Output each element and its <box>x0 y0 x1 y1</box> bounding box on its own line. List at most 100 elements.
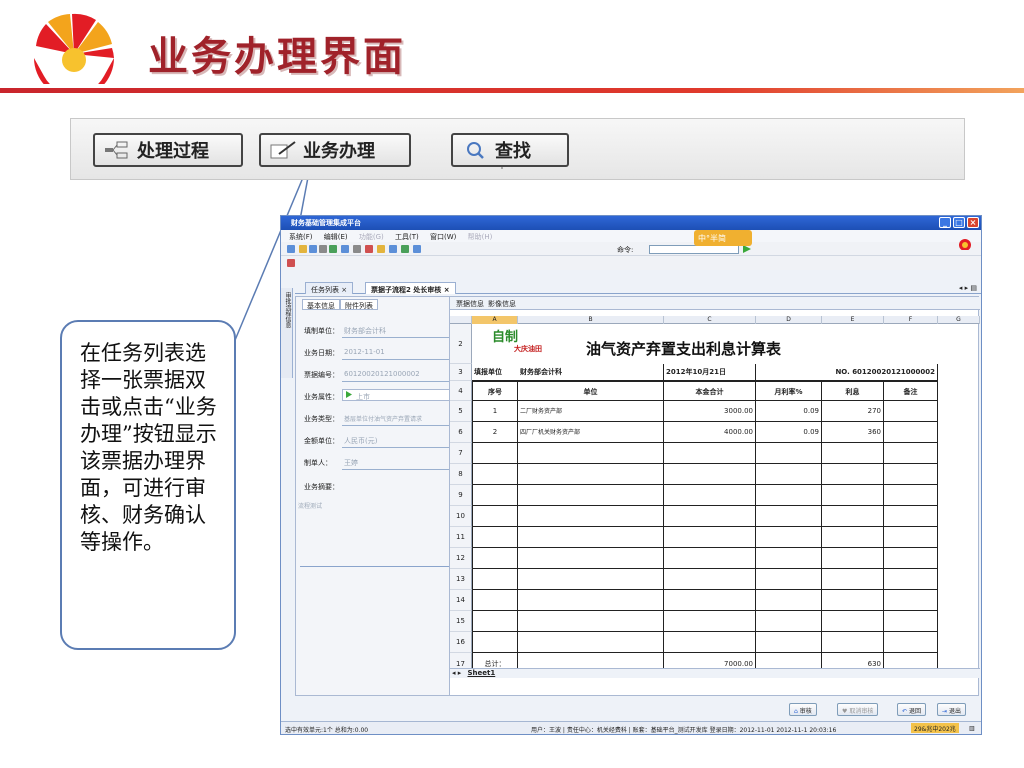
empty-cell[interactable] <box>518 569 664 590</box>
col-header-e[interactable]: E <box>822 316 884 324</box>
empty-cell[interactable] <box>884 548 938 569</box>
tab-document-flow[interactable]: 票据子流程2 处长审核 × <box>365 282 456 294</box>
empty-cell[interactable] <box>822 527 884 548</box>
sheet-tab-sheet1[interactable]: Sheet1 <box>468 669 496 677</box>
empty-cell[interactable] <box>472 464 518 485</box>
empty-cell[interactable] <box>884 569 938 590</box>
close-button[interactable]: × <box>967 217 979 228</box>
empty-cell[interactable] <box>756 443 822 464</box>
header-cell[interactable]: 备注 <box>884 381 938 401</box>
empty-cell[interactable] <box>664 569 756 590</box>
cell-unit[interactable]: 四厂厂机关财务资产部 <box>518 422 664 443</box>
empty-cell[interactable] <box>822 548 884 569</box>
empty-cell[interactable] <box>884 443 938 464</box>
menu-edit[interactable]: 编辑(E) <box>324 233 348 241</box>
save-icon[interactable] <box>309 245 317 253</box>
empty-cell[interactable] <box>472 443 518 464</box>
empty-cell[interactable] <box>472 590 518 611</box>
header-cell[interactable]: 月利率% <box>756 381 822 401</box>
cell-fill-unit-label[interactable]: 填报单位 <box>472 364 518 381</box>
copy-icon[interactable] <box>353 245 361 253</box>
redo-icon[interactable] <box>401 245 409 253</box>
help-icon[interactable] <box>413 245 421 253</box>
process-button[interactable]: 处理过程 <box>93 133 243 167</box>
summary-text[interactable]: 流程测试 <box>298 501 322 510</box>
menu-tools[interactable]: 工具(T) <box>395 233 419 241</box>
trash-icon[interactable]: ▥ <box>969 725 975 732</box>
empty-cell[interactable] <box>756 548 822 569</box>
empty-cell[interactable] <box>664 527 756 548</box>
new-icon[interactable] <box>287 245 295 253</box>
header-cell[interactable]: 序号 <box>472 381 518 401</box>
print-icon[interactable] <box>319 245 327 253</box>
cell-doc-no[interactable]: NO. 60120020121000002 <box>756 364 938 381</box>
open-icon[interactable] <box>299 245 307 253</box>
header-cell[interactable]: 利息 <box>822 381 884 401</box>
vertical-side-tab[interactable]: 审批流程信息 <box>281 288 293 378</box>
empty-cell[interactable] <box>822 464 884 485</box>
col-header-c[interactable]: C <box>664 316 756 324</box>
empty-cell[interactable] <box>884 632 938 653</box>
empty-cell[interactable] <box>518 590 664 611</box>
cell-rate[interactable]: 0.09 <box>756 422 822 443</box>
row-header[interactable]: 12 <box>450 548 472 569</box>
empty-cell[interactable] <box>472 506 518 527</box>
field-business-date[interactable]: 业务日期： 2012-11-01 <box>304 345 472 360</box>
subtab-document-info[interactable]: 票据信息 <box>456 299 484 309</box>
empty-cell[interactable] <box>518 611 664 632</box>
run-icon[interactable] <box>743 245 751 253</box>
exit-button[interactable]: ⇥ 退出 <box>937 703 966 716</box>
return-button[interactable]: ↶ 退回 <box>897 703 926 716</box>
empty-cell[interactable] <box>664 443 756 464</box>
row-header[interactable]: 9 <box>450 485 472 506</box>
header-cell[interactable]: 本金合计 <box>664 381 756 401</box>
empty-cell[interactable] <box>822 485 884 506</box>
cell-principal[interactable]: 4000.00 <box>664 422 756 443</box>
cell-seq[interactable]: 1 <box>472 401 518 422</box>
cell-principal[interactable]: 3000.00 <box>664 401 756 422</box>
sheet-nav-arrows[interactable]: ◂ ▸ <box>452 669 461 677</box>
row-header[interactable]: 7 <box>450 443 472 464</box>
business-handle-button[interactable]: 业务办理 <box>259 133 411 167</box>
empty-cell[interactable] <box>472 548 518 569</box>
empty-cell[interactable] <box>822 569 884 590</box>
row-header[interactable]: 14 <box>450 590 472 611</box>
col-header-d[interactable]: D <box>756 316 822 324</box>
row-header[interactable]: 8 <box>450 464 472 485</box>
subtab-attachments[interactable]: 附件列表 <box>340 299 378 310</box>
row-header[interactable]: 15 <box>450 611 472 632</box>
empty-cell[interactable] <box>884 506 938 527</box>
empty-cell[interactable] <box>472 485 518 506</box>
row-header[interactable]: 10 <box>450 506 472 527</box>
cell-interest[interactable]: 270 <box>822 401 884 422</box>
subtab-image-info[interactable]: 影像信息 <box>488 299 516 309</box>
cell-rate[interactable]: 0.09 <box>756 401 822 422</box>
empty-cell[interactable] <box>756 527 822 548</box>
col-header-a[interactable]: A <box>472 316 518 324</box>
undo-icon[interactable] <box>389 245 397 253</box>
paste-icon[interactable] <box>377 245 385 253</box>
menu-window[interactable]: 窗口(W) <box>430 233 456 241</box>
empty-cell[interactable] <box>822 443 884 464</box>
empty-cell[interactable] <box>884 527 938 548</box>
search-button[interactable]: 查找 <box>451 133 569 167</box>
empty-cell[interactable] <box>472 632 518 653</box>
spreadsheet-grid[interactable]: A B C D E F G 2 自制 大庆油田 油气资产弃置支出利息计算表 3 … <box>450 316 980 675</box>
empty-cell[interactable] <box>756 569 822 590</box>
row-header[interactable]: 13 <box>450 569 472 590</box>
tab-scroll-arrows[interactable]: ◂ ▸ ▤ <box>959 284 977 292</box>
menu-function[interactable]: 功能(G) <box>359 233 384 241</box>
user-icon[interactable] <box>287 259 295 267</box>
row-header[interactable]: 2 <box>450 324 472 364</box>
empty-cell[interactable] <box>756 485 822 506</box>
empty-cell[interactable] <box>756 506 822 527</box>
empty-cell[interactable] <box>822 590 884 611</box>
cell-interest[interactable]: 360 <box>822 422 884 443</box>
empty-cell[interactable] <box>822 611 884 632</box>
cut-icon[interactable] <box>365 245 373 253</box>
cell-date[interactable]: 2012年10月21日 <box>664 364 756 381</box>
menu-help[interactable]: 帮助(H) <box>468 233 493 241</box>
empty-cell[interactable] <box>518 464 664 485</box>
empty-cell[interactable] <box>518 506 664 527</box>
empty-cell[interactable] <box>518 548 664 569</box>
